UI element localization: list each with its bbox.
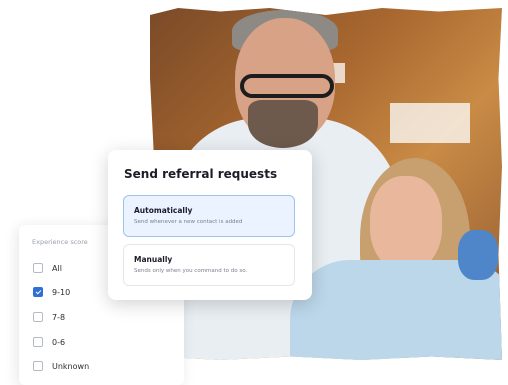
patient-face [370,176,442,271]
score-option-unknown[interactable]: Unknown [33,359,89,373]
score-option-label: All [52,263,62,273]
referral-title: Send referral requests [124,167,278,181]
option-description: Sends only when you command to do so. [134,268,248,274]
checkbox-checked[interactable] [33,287,43,297]
option-title: Manually [134,255,173,264]
score-option-label: 9-10 [52,287,71,297]
checkbox[interactable] [33,263,43,273]
checkbox[interactable] [33,312,43,322]
option-manually[interactable]: Manually Sends only when you command to … [123,244,295,286]
ceiling-light [390,103,470,143]
score-option-label: 0-6 [52,337,66,347]
score-option-0-6[interactable]: 0-6 [33,335,65,349]
option-description: Send whenever a new contact is added [134,219,243,225]
score-option-all[interactable]: All [33,261,62,275]
score-option-7-8[interactable]: 7-8 [33,310,65,324]
dentist-glasses [240,74,334,98]
score-option-label: 7-8 [52,312,66,322]
option-automatically[interactable]: Automatically Send whenever a new contac… [123,195,295,237]
referral-requests-card: Send referral requests Automatically Sen… [108,150,312,300]
score-option-label: Unknown [52,361,90,371]
score-option-9-10[interactable]: 9-10 [33,285,70,299]
dentist-beard [248,100,318,148]
experience-score-label: Experience score [32,238,88,246]
dentist-glove [458,230,498,280]
checkbox[interactable] [33,337,43,347]
checkbox[interactable] [33,361,43,371]
option-title: Automatically [134,206,193,215]
